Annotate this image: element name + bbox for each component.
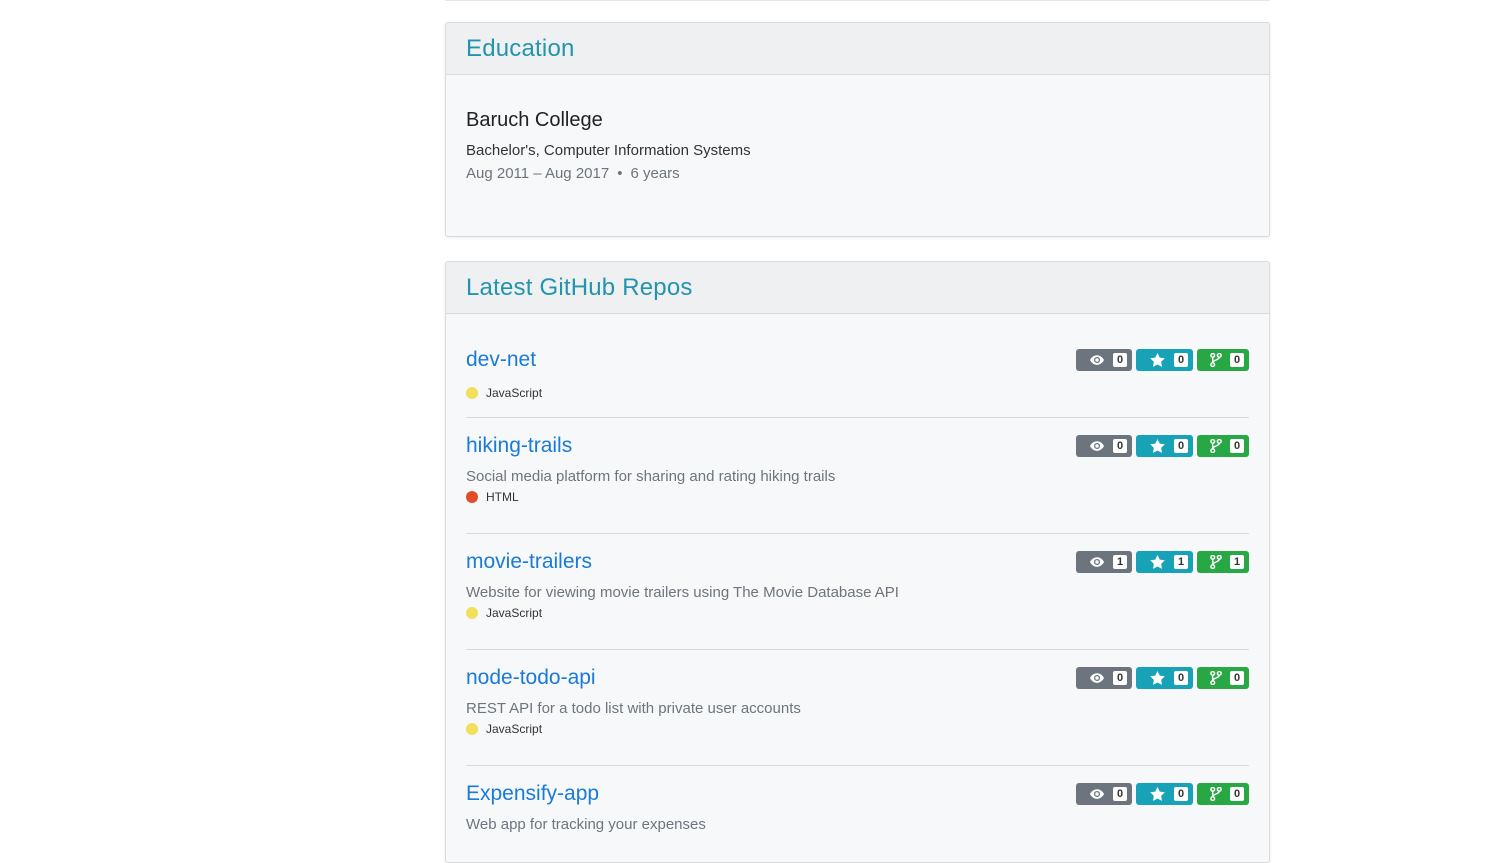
star-icon: [1141, 787, 1174, 801]
stars-count: 0: [1174, 353, 1188, 367]
language-name: JavaScript: [486, 722, 543, 736]
star-icon: [1141, 439, 1174, 453]
repo-stats: 0 0 0: [1076, 667, 1249, 689]
repo-stats: 0 0 0: [1076, 435, 1249, 457]
watchers-badge: 0: [1076, 349, 1132, 371]
repo-item: Expensify-app Web app for tracking your …: [466, 766, 1249, 862]
education-body: Baruch College Bachelor's, Computer Info…: [446, 109, 1269, 182]
repo-stats: 0 0 0: [1076, 349, 1249, 371]
fork-icon: [1202, 787, 1230, 801]
star-icon: [1141, 555, 1174, 569]
date-separator: •: [617, 165, 623, 182]
repo-item: node-todo-api REST API for a todo list w…: [466, 650, 1249, 766]
language-name: HTML: [486, 490, 519, 504]
repo-name-link[interactable]: hiking-trails: [466, 432, 572, 460]
education-card: Education Baruch College Bachelor's, Com…: [445, 22, 1270, 237]
repo-stats: 0 0 0: [1076, 783, 1249, 805]
repo-description: Social media platform for sharing and ra…: [466, 468, 836, 485]
star-icon: [1141, 671, 1174, 685]
repos-header: Latest GitHub Repos: [446, 262, 1269, 314]
repo-name-link[interactable]: dev-net: [466, 346, 536, 374]
forks-count: 0: [1230, 353, 1244, 367]
language-color-dot: [466, 607, 478, 619]
forks-badge: 0: [1197, 783, 1249, 805]
education-dates: Aug 2011 – Aug 2017 • 6 years: [466, 165, 1249, 182]
forks-count: 1: [1230, 555, 1244, 569]
watchers-badge: 0: [1076, 667, 1132, 689]
duration: 6 years: [630, 165, 680, 182]
stars-count: 1: [1174, 555, 1188, 569]
education-header: Education: [446, 23, 1269, 75]
stars-badge: 1: [1136, 551, 1193, 573]
stars-badge: 0: [1136, 783, 1193, 805]
repo-name-link[interactable]: node-todo-api: [466, 664, 596, 692]
school-name: Baruch College: [466, 109, 603, 131]
language-name: JavaScript: [486, 606, 543, 620]
eye-icon: [1081, 355, 1113, 365]
repo-name-link[interactable]: movie-trailers: [466, 548, 592, 576]
eye-icon: [1081, 673, 1113, 683]
repo-item: movie-trailers Website for viewing movie…: [466, 534, 1249, 650]
top-divider: [445, 0, 1270, 1]
stars-badge: 0: [1136, 667, 1193, 689]
fork-icon: [1202, 439, 1230, 453]
language-color-dot: [466, 387, 478, 399]
education-title: Education: [466, 34, 575, 62]
forks-count: 0: [1230, 671, 1244, 685]
repo-description: Web app for tracking your expenses: [466, 816, 706, 833]
repo-language: JavaScript: [466, 606, 542, 620]
repo-stats: 1 1 1: [1076, 551, 1249, 573]
repos-title: Latest GitHub Repos: [466, 273, 693, 301]
repo-name-link[interactable]: Expensify-app: [466, 780, 599, 808]
repo-list: dev-net JavaScript 0 0 0 hiking-trails S…: [446, 314, 1269, 862]
fork-icon: [1202, 555, 1230, 569]
date-range: Aug 2011 – Aug 2017: [466, 165, 610, 182]
repo-item: dev-net JavaScript 0 0 0: [466, 314, 1249, 418]
watchers-count: 0: [1113, 671, 1127, 685]
forks-badge: 1: [1197, 551, 1249, 573]
stars-count: 0: [1174, 671, 1188, 685]
repo-language: HTML: [466, 490, 519, 504]
github-repos-card: Latest GitHub Repos dev-net JavaScript 0…: [445, 261, 1270, 863]
language-color-dot: [466, 491, 478, 503]
repo-language: JavaScript: [466, 722, 542, 736]
repo-item: hiking-trails Social media platform for …: [466, 418, 1249, 534]
degree: Bachelor's, Computer Information Systems: [466, 142, 751, 159]
fork-icon: [1202, 671, 1230, 685]
fork-icon: [1202, 353, 1230, 367]
forks-count: 0: [1230, 439, 1244, 453]
forks-badge: 0: [1197, 435, 1249, 457]
language-color-dot: [466, 723, 478, 735]
watchers-count: 1: [1113, 555, 1127, 569]
watchers-badge: 0: [1076, 783, 1132, 805]
forks-badge: 0: [1197, 349, 1249, 371]
watchers-count: 0: [1113, 353, 1127, 367]
repo-description: Website for viewing movie trailers using…: [466, 584, 899, 601]
watchers-badge: 1: [1076, 551, 1132, 573]
forks-count: 0: [1230, 787, 1244, 801]
stars-count: 0: [1174, 787, 1188, 801]
eye-icon: [1081, 441, 1113, 451]
stars-badge: 0: [1136, 435, 1193, 457]
watchers-count: 0: [1113, 439, 1127, 453]
forks-badge: 0: [1197, 667, 1249, 689]
stars-count: 0: [1174, 439, 1188, 453]
eye-icon: [1081, 789, 1113, 799]
star-icon: [1141, 353, 1174, 367]
repo-language: JavaScript: [466, 386, 542, 400]
eye-icon: [1081, 557, 1113, 567]
stars-badge: 0: [1136, 349, 1193, 371]
language-name: JavaScript: [486, 386, 543, 400]
repo-description: REST API for a todo list with private us…: [466, 700, 801, 717]
watchers-count: 0: [1113, 787, 1127, 801]
watchers-badge: 0: [1076, 435, 1132, 457]
